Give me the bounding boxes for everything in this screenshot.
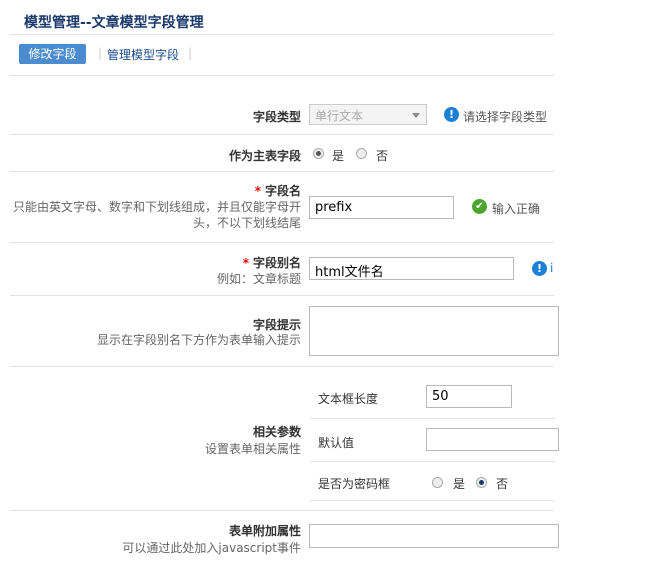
params-desc: 设置表单相关属性 xyxy=(204,442,301,456)
tab-separator: | xyxy=(188,46,193,60)
text-length-input[interactable]: 50 xyxy=(426,385,512,408)
field-type-hint: 请选择字段类型 xyxy=(463,110,548,124)
divider xyxy=(310,500,555,501)
divider xyxy=(10,34,554,35)
field-alias-desc: 例如：文章标题 xyxy=(216,272,301,286)
main-table-yes-label: 是 xyxy=(332,149,345,163)
divider xyxy=(10,134,554,135)
divider xyxy=(310,461,555,462)
field-alias-hint-fragment: i xyxy=(550,261,554,275)
required-marker: * xyxy=(254,184,261,198)
divider xyxy=(10,295,554,296)
field-type-select[interactable]: 单行文本 xyxy=(309,104,427,125)
password-no-radio[interactable] xyxy=(476,477,487,488)
info-icon: ! xyxy=(532,261,547,276)
main-table-label: 作为主表字段 xyxy=(228,149,301,163)
required-marker: * xyxy=(242,256,249,270)
params-label: 相关参数 xyxy=(252,425,301,439)
field-alias-input[interactable]: html文件名 xyxy=(309,257,514,280)
extra-attr-input[interactable] xyxy=(309,524,559,548)
main-table-yes-radio[interactable] xyxy=(313,148,324,159)
divider xyxy=(10,171,554,172)
info-icon: ! xyxy=(444,107,459,122)
divider xyxy=(10,75,554,76)
default-value-label: 默认值 xyxy=(318,436,355,450)
divider xyxy=(10,510,554,511)
password-label: 是否为密码框 xyxy=(318,477,391,491)
password-yes-label: 是 xyxy=(453,477,466,491)
tab-separator: | xyxy=(98,46,103,60)
check-icon: ✔ xyxy=(472,199,487,214)
extra-attr-label: 表单附加属性 xyxy=(228,524,301,538)
main-table-no-label: 否 xyxy=(376,149,389,163)
field-alias-label: * 字段别名 xyxy=(242,256,301,270)
field-tip-label: 字段提示 xyxy=(252,318,301,332)
divider xyxy=(10,242,554,243)
field-name-input[interactable]: prefix xyxy=(309,196,454,219)
text-length-label: 文本框长度 xyxy=(318,392,379,406)
page-title: 模型管理--文章模型字段管理 xyxy=(24,15,204,31)
field-tip-desc: 显示在字段别名下方作为表单输入提示 xyxy=(96,333,301,347)
field-name-label: * 字段名 xyxy=(254,184,301,198)
field-tip-textarea[interactable] xyxy=(309,306,559,356)
password-yes-radio[interactable] xyxy=(432,477,443,488)
chevron-down-icon xyxy=(412,113,420,118)
password-no-label: 否 xyxy=(496,477,509,491)
main-table-no-radio[interactable] xyxy=(356,148,367,159)
divider xyxy=(10,366,554,367)
divider xyxy=(310,418,555,419)
extra-attr-desc: 可以通过此处加入javascript事件 xyxy=(122,541,301,555)
field-type-label: 字段类型 xyxy=(252,110,301,124)
default-value-input[interactable] xyxy=(426,428,559,451)
field-type-selected: 单行文本 xyxy=(315,109,364,123)
tab-manage-fields[interactable]: 管理模型字段 xyxy=(107,46,179,63)
field-name-desc: 只能由英文字母、数字和下划线组成，并且仅能字母开头，不以下划线结尾 xyxy=(12,200,301,230)
field-name-status: 输入正确 xyxy=(492,202,541,216)
tab-edit-field[interactable]: 修改字段 xyxy=(19,44,86,64)
